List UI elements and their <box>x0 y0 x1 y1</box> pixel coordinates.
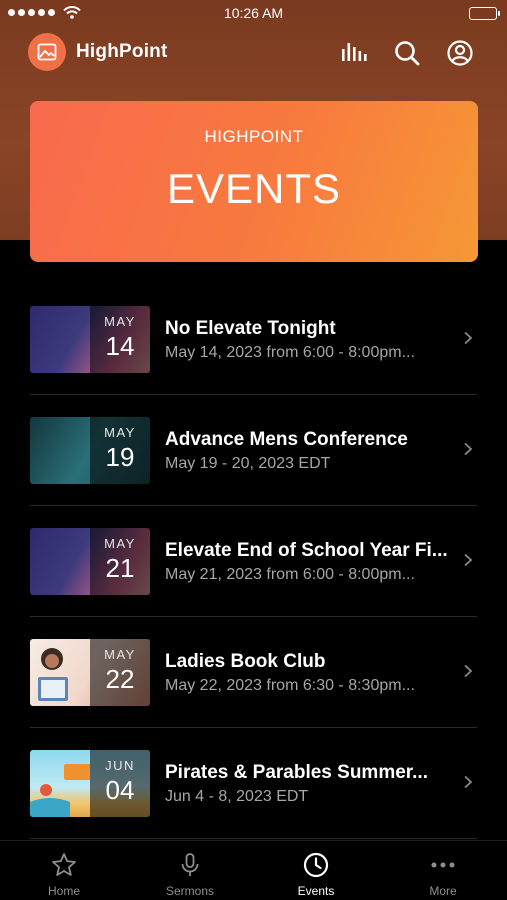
event-date-badge: MAY 19 <box>90 417 150 484</box>
chevron-right-icon <box>464 775 473 789</box>
app-header: HighPoint <box>0 30 507 76</box>
chevron-right-icon <box>464 331 473 345</box>
tab-more[interactable]: More <box>380 841 506 900</box>
event-month: MAY <box>104 647 136 662</box>
event-date-badge: MAY 14 <box>90 306 150 373</box>
status-time: 10:26 AM <box>223 5 284 21</box>
event-thumbnail: MAY 14 <box>30 306 150 373</box>
event-day: 04 <box>105 775 135 805</box>
chevron-right-icon <box>464 553 473 567</box>
search-icon[interactable] <box>393 39 421 67</box>
tab-bar: Home Sermons Events More <box>0 840 507 900</box>
microphone-icon <box>181 853 199 876</box>
event-thumbnail: MAY 22 <box>30 639 150 706</box>
event-item[interactable]: MAY 19 Advance Mens Conference May 19 - … <box>0 395 507 506</box>
audio-bars-icon[interactable] <box>339 39 367 67</box>
event-item[interactable]: MAY 22 Ladies Book Club May 22, 2023 fro… <box>0 617 507 728</box>
event-date-text: May 21, 2023 from 6:00 - 8:00pm... <box>165 566 415 583</box>
event-title: Ladies Book Club <box>165 651 326 672</box>
tab-home[interactable]: Home <box>1 841 127 900</box>
event-list: MAY 14 No Elevate Tonight May 14, 2023 f… <box>0 284 507 839</box>
event-date-text: May 14, 2023 from 6:00 - 8:00pm... <box>165 344 415 361</box>
event-month: MAY <box>104 536 136 551</box>
event-item[interactable]: MAY 14 No Elevate Tonight May 14, 2023 f… <box>0 284 507 395</box>
event-day: 14 <box>105 331 135 361</box>
event-title: Advance Mens Conference <box>165 429 408 450</box>
image-icon <box>37 43 57 61</box>
app-title: HighPoint <box>76 41 168 62</box>
banner-title: EVENTS <box>166 165 342 212</box>
event-month: MAY <box>104 425 136 440</box>
event-title: Pirates & Parables Summer... <box>165 762 428 783</box>
event-item[interactable]: JUN 04 Pirates & Parables Summer... Jun … <box>0 728 507 839</box>
event-thumbnail: MAY 19 <box>30 417 150 484</box>
event-date-badge: MAY 22 <box>90 639 150 706</box>
tab-sermons[interactable]: Sermons <box>127 841 253 900</box>
tab-label: Sermons <box>165 884 215 898</box>
more-dots-icon <box>431 862 455 868</box>
event-month: MAY <box>104 314 136 329</box>
tab-events[interactable]: Events <box>253 841 379 900</box>
event-title: No Elevate Tonight <box>165 318 336 339</box>
event-date-badge: JUN 04 <box>90 750 150 817</box>
divider <box>30 838 477 839</box>
battery-icon <box>469 7 500 20</box>
status-bar: 10:26 AM <box>0 0 507 28</box>
tab-label: Events <box>297 884 335 898</box>
clock-icon <box>303 852 329 878</box>
reader-illustration <box>38 648 68 701</box>
event-thumbnail: MAY 21 <box>30 528 150 595</box>
event-date-text: May 22, 2023 from 6:30 - 8:30pm... <box>165 677 415 694</box>
event-day: 19 <box>105 442 135 472</box>
chevron-right-icon <box>464 664 473 678</box>
event-date-badge: MAY 21 <box>90 528 150 595</box>
event-item[interactable]: MAY 21 Elevate End of School Year Fi... … <box>0 506 507 617</box>
profile-icon[interactable] <box>446 39 474 67</box>
event-month: JUN <box>105 758 135 773</box>
event-date-text: Jun 4 - 8, 2023 EDT <box>165 788 309 805</box>
app-logo[interactable] <box>28 33 66 71</box>
event-date-text: May 19 - 20, 2023 EDT <box>165 455 331 472</box>
event-day: 21 <box>105 553 135 583</box>
event-thumbnail: JUN 04 <box>30 750 150 817</box>
beach-illustration <box>30 764 90 817</box>
events-banner: HIGHPOINT EVENTS <box>30 101 478 262</box>
tab-label: More <box>429 884 457 898</box>
banner-brand: HIGHPOINT <box>204 127 304 146</box>
event-day: 22 <box>105 664 135 694</box>
star-icon <box>52 853 76 876</box>
chevron-right-icon <box>464 442 473 456</box>
tab-label: Home <box>47 884 80 898</box>
event-title: Elevate End of School Year Fi... <box>165 540 448 561</box>
